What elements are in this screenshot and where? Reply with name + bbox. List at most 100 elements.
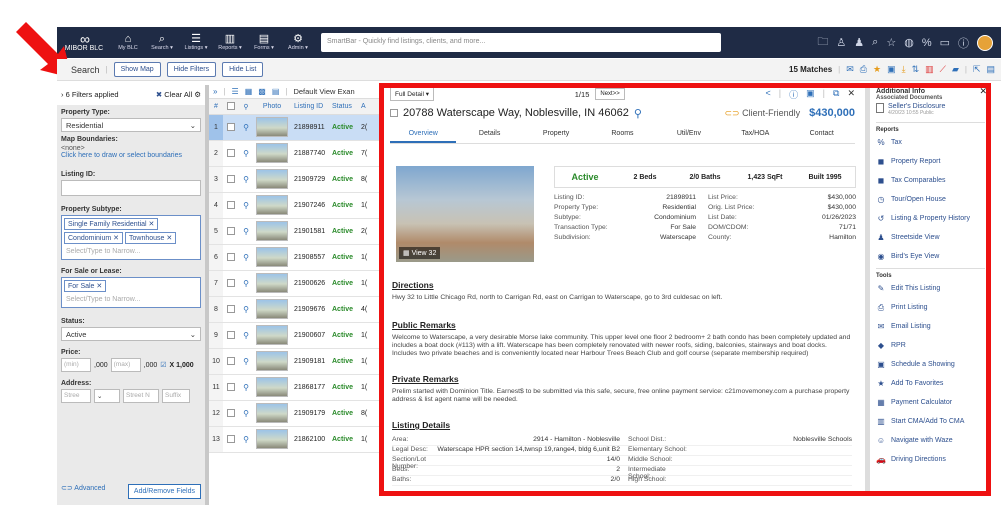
map-pin-icon[interactable]: ⚲ — [239, 149, 253, 158]
select-all-checkbox[interactable] — [227, 101, 235, 110]
star-icon[interactable]: ☆ — [886, 36, 896, 49]
map-pin-icon[interactable]: ⚲ — [239, 409, 253, 418]
map-pin-icon[interactable]: ⚲ — [239, 253, 253, 262]
sort-icon[interactable]: ⇅ — [912, 64, 920, 75]
table-row[interactable]: 8 ⚲ 21909676 Active 4( — [209, 297, 381, 323]
panel-item-start-cma-add-to-cma[interactable]: ▥ Start CMA/Add To CMA — [876, 412, 985, 431]
row-checkbox[interactable] — [227, 122, 235, 131]
listing-id-cell[interactable]: 21909729 — [291, 176, 329, 183]
listing-photo[interactable]: ▦ View 32 — [396, 166, 534, 262]
document-item[interactable]: Seller's Disclosure 4/20/23 10:55 Public — [876, 103, 985, 116]
zoom-icon[interactable]: ⌕ — [872, 36, 878, 49]
print-view-icon[interactable]: ▤ — [272, 87, 280, 96]
listing-id-cell[interactable]: 21900626 — [291, 280, 329, 287]
nav-admin[interactable]: ⚙ Admin ▾ — [281, 33, 315, 52]
listing-id-header[interactable]: Listing ID — [291, 103, 329, 110]
table-row[interactable]: 2 ⚲ 21887740 Active 7( — [209, 141, 381, 167]
tab-tax-hoa[interactable]: Tax/HOA — [722, 126, 788, 143]
street-name-input[interactable]: Street N — [123, 389, 159, 403]
table-row[interactable]: 5 ⚲ 21901581 Active 2( — [209, 219, 381, 245]
table-row[interactable]: 7 ⚲ 21900626 Active 1( — [209, 271, 381, 297]
trend-icon[interactable]: ⟋ — [940, 64, 946, 75]
map-pin-icon[interactable]: ⚲ — [239, 123, 253, 132]
listing-thumbnail[interactable] — [256, 246, 288, 267]
tab-overview[interactable]: Overview — [390, 126, 457, 143]
map-pin-icon[interactable]: ⚲ — [239, 357, 253, 366]
hide-filters-button[interactable]: Hide Filters — [166, 62, 217, 77]
price-min-input[interactable]: (min) — [61, 358, 91, 372]
suffix-input[interactable]: Suffix — [162, 389, 190, 403]
panel-item-streetside-view[interactable]: ♟ Streetside View — [876, 228, 985, 247]
map-pin-icon[interactable]: ⚲ — [239, 175, 253, 184]
subtype-multiselect[interactable]: Single Family Residential ✕ Condominium … — [61, 215, 201, 260]
row-checkbox[interactable] — [227, 304, 235, 313]
car-icon[interactable]: ▰ — [952, 64, 959, 75]
listing-thumbnail[interactable] — [256, 324, 288, 345]
panel-item-tax[interactable]: % Tax — [876, 133, 985, 152]
listing-thumbnail[interactable] — [256, 142, 288, 163]
listing-id-cell[interactable]: 21909179 — [291, 410, 329, 417]
popout-icon[interactable]: ⧉ — [833, 88, 839, 101]
street-number-input[interactable]: Stree — [61, 389, 91, 403]
info-icon[interactable]: ⓘ — [789, 88, 798, 101]
monitor-icon[interactable]: ▭ — [940, 36, 950, 49]
people-icon[interactable]: ♟ — [854, 36, 864, 49]
table-row[interactable]: 10 ⚲ 21909181 Active 1( — [209, 349, 381, 375]
price-max-input[interactable]: (max) — [110, 358, 141, 372]
multiplier-checkbox[interactable]: ☑ — [160, 361, 166, 369]
avatar[interactable] — [977, 34, 993, 51]
map-pin-icon[interactable]: ⚲ — [239, 279, 253, 288]
table-row[interactable]: 1 ⚲ 21898911 Active 2( — [209, 115, 381, 141]
listing-id-cell[interactable]: 21868177 — [291, 384, 329, 391]
listing-id-cell[interactable]: 21909181 — [291, 358, 329, 365]
close-icon[interactable]: ✕ — [979, 86, 987, 97]
listing-id-cell[interactable]: 21901581 — [291, 228, 329, 235]
row-checkbox[interactable] — [227, 200, 235, 209]
listing-id-cell[interactable]: 21908557 — [291, 254, 329, 261]
map-pin-icon[interactable]: ⚲ — [239, 227, 253, 236]
smartbar-input[interactable]: SmartBar - Quickly find listings, client… — [321, 33, 721, 52]
tab-rooms[interactable]: Rooms — [589, 126, 655, 143]
tab-details[interactable]: Details — [456, 126, 522, 143]
listing-thumbnail[interactable] — [256, 350, 288, 371]
row-checkbox[interactable] — [227, 226, 235, 235]
row-checkbox[interactable] — [227, 148, 235, 157]
listing-id-cell[interactable]: 21907246 — [291, 202, 329, 209]
map-pin-icon[interactable]: ⚲ — [239, 331, 253, 340]
export-icon[interactable]: ⇱ — [973, 64, 981, 75]
chart-icon[interactable]: ▥ — [925, 64, 934, 75]
map-pin-icon[interactable]: ⚲ — [239, 383, 253, 392]
nav-search[interactable]: ⌕ Search ▾ — [145, 33, 179, 52]
sale-lease-multiselect[interactable]: For Sale ✕ Select/Type to Narrow... — [61, 277, 201, 308]
panel-item-email-listing[interactable]: ✉ Email Listing — [876, 317, 985, 336]
save-icon[interactable]: ▣ — [806, 88, 815, 101]
panel-item-tour-open-house[interactable]: ◷ Tour/Open House — [876, 190, 985, 209]
folder-icon[interactable]: 🗀 — [817, 33, 828, 52]
direction-select[interactable]: ⌄ — [94, 389, 120, 403]
panel-item-property-report[interactable]: ◼ Property Report — [876, 152, 985, 171]
listing-thumbnail[interactable] — [256, 194, 288, 215]
chip-single-family[interactable]: Single Family Residential ✕ — [64, 218, 159, 230]
row-checkbox[interactable] — [227, 330, 235, 339]
close-icon[interactable]: ✕ — [847, 88, 855, 101]
location-pin-icon[interactable]: ⚲ — [634, 107, 642, 120]
expand-icon[interactable]: » — [213, 87, 217, 96]
hide-list-button[interactable]: Hide List — [222, 62, 264, 77]
chip-for-sale[interactable]: For Sale ✕ — [64, 280, 107, 292]
contacts-icon[interactable]: ♙ — [836, 36, 846, 49]
panel-item-payment-calculator[interactable]: ▦ Payment Calculator — [876, 393, 985, 412]
property-type-select[interactable]: Residential ⌄ — [61, 118, 201, 132]
listing-thumbnail[interactable] — [256, 298, 288, 319]
table-row[interactable]: 9 ⚲ 21900607 Active 1( — [209, 323, 381, 349]
filters-applied[interactable]: › 6 Filters applied — [61, 90, 119, 100]
info-icon[interactable]: ⓘ — [958, 35, 969, 51]
table-row[interactable]: 3 ⚲ 21909729 Active 8( — [209, 167, 381, 193]
globe-icon[interactable]: ◍ — [904, 36, 914, 49]
panel-item-bird-s-eye-view[interactable]: ◉ Bird's Eye View — [876, 247, 985, 266]
settings-icon[interactable]: ⚙ — [194, 90, 201, 99]
share-icon[interactable]: < — [766, 88, 771, 101]
row-checkbox[interactable] — [227, 278, 235, 287]
panel-item-edit-this-listing[interactable]: ✎ Edit This Listing — [876, 279, 985, 298]
clear-all-button[interactable]: ✖ Clear All ⚙ — [156, 90, 201, 100]
panel-item-driving-directions[interactable]: 🚗 Driving Directions — [876, 450, 985, 469]
